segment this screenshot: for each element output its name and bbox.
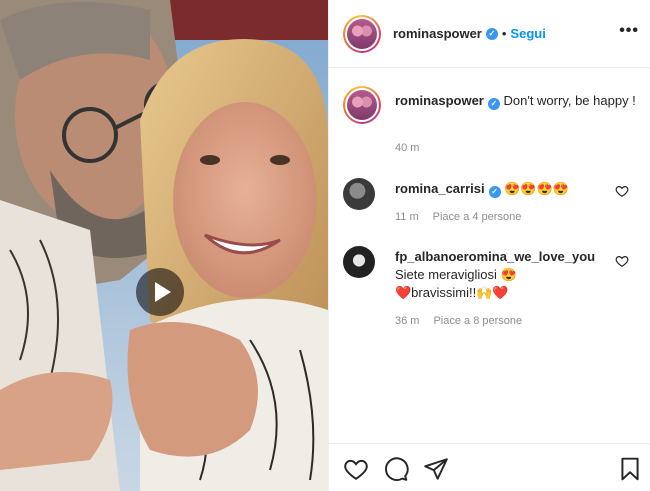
comment-item: romina_carrisi ✓ 😍😍😍😍 11 m Piace a 4 pers… — [343, 178, 643, 226]
author-username[interactable]: rominaspower — [393, 26, 482, 41]
play-icon — [154, 282, 171, 302]
play-button[interactable] — [136, 268, 184, 316]
heart-icon[interactable] — [615, 184, 629, 198]
commenter-username[interactable]: romina_carrisi — [395, 181, 485, 196]
commenter-avatar[interactable] — [343, 246, 375, 278]
avatar[interactable] — [343, 14, 381, 53]
comment-timestamp[interactable]: 36 m — [395, 312, 419, 330]
comment-item: fp_albanoeromina_we_love_you Siete merav… — [343, 246, 643, 330]
share-icon[interactable] — [423, 456, 449, 482]
more-icon[interactable]: ••• — [619, 22, 639, 40]
post-sidebar: rominaspower ✓ • Segui ••• rominaspower ✓… — [328, 0, 650, 491]
post-header: rominaspower ✓ • Segui ••• — [329, 0, 650, 68]
heart-icon[interactable] — [343, 456, 369, 482]
commenter-username[interactable]: fp_albanoeromina_we_love_you — [395, 249, 595, 264]
caption-timestamp[interactable]: 40 m — [395, 142, 419, 154]
verified-icon: ✓ — [488, 186, 501, 198]
comment-text: 😍😍😍😍 — [504, 181, 569, 196]
bookmark-icon[interactable] — [617, 456, 643, 482]
comment-text: ❤️bravissimi!!🙌❤️ — [395, 285, 509, 300]
post-media[interactable] — [0, 0, 328, 491]
action-bar — [329, 443, 650, 491]
comment-likes[interactable]: Piace a 4 persone — [433, 208, 522, 226]
avatar-image — [347, 18, 377, 49]
avatar[interactable] — [343, 86, 381, 124]
verified-icon: ✓ — [487, 98, 500, 110]
photo-image — [0, 0, 328, 491]
heart-icon[interactable] — [615, 254, 629, 268]
verified-icon: ✓ — [485, 27, 498, 40]
commenter-avatar[interactable] — [343, 178, 375, 210]
separator-dot: • — [501, 26, 507, 41]
comment-icon[interactable] — [383, 456, 409, 482]
caption-username[interactable]: rominaspower — [395, 93, 484, 108]
comment-text: Siete meravigliosi 😍 — [395, 267, 517, 282]
caption-text: Don't worry, be happy ! — [503, 93, 636, 108]
post-caption: rominaspower ✓ Don't worry, be happy ! — [343, 86, 643, 124]
avatar-image — [347, 90, 377, 120]
comment-timestamp[interactable]: 11 m — [395, 208, 419, 226]
follow-button[interactable]: Segui — [510, 26, 545, 41]
comment-likes[interactable]: Piace a 8 persone — [433, 312, 522, 330]
